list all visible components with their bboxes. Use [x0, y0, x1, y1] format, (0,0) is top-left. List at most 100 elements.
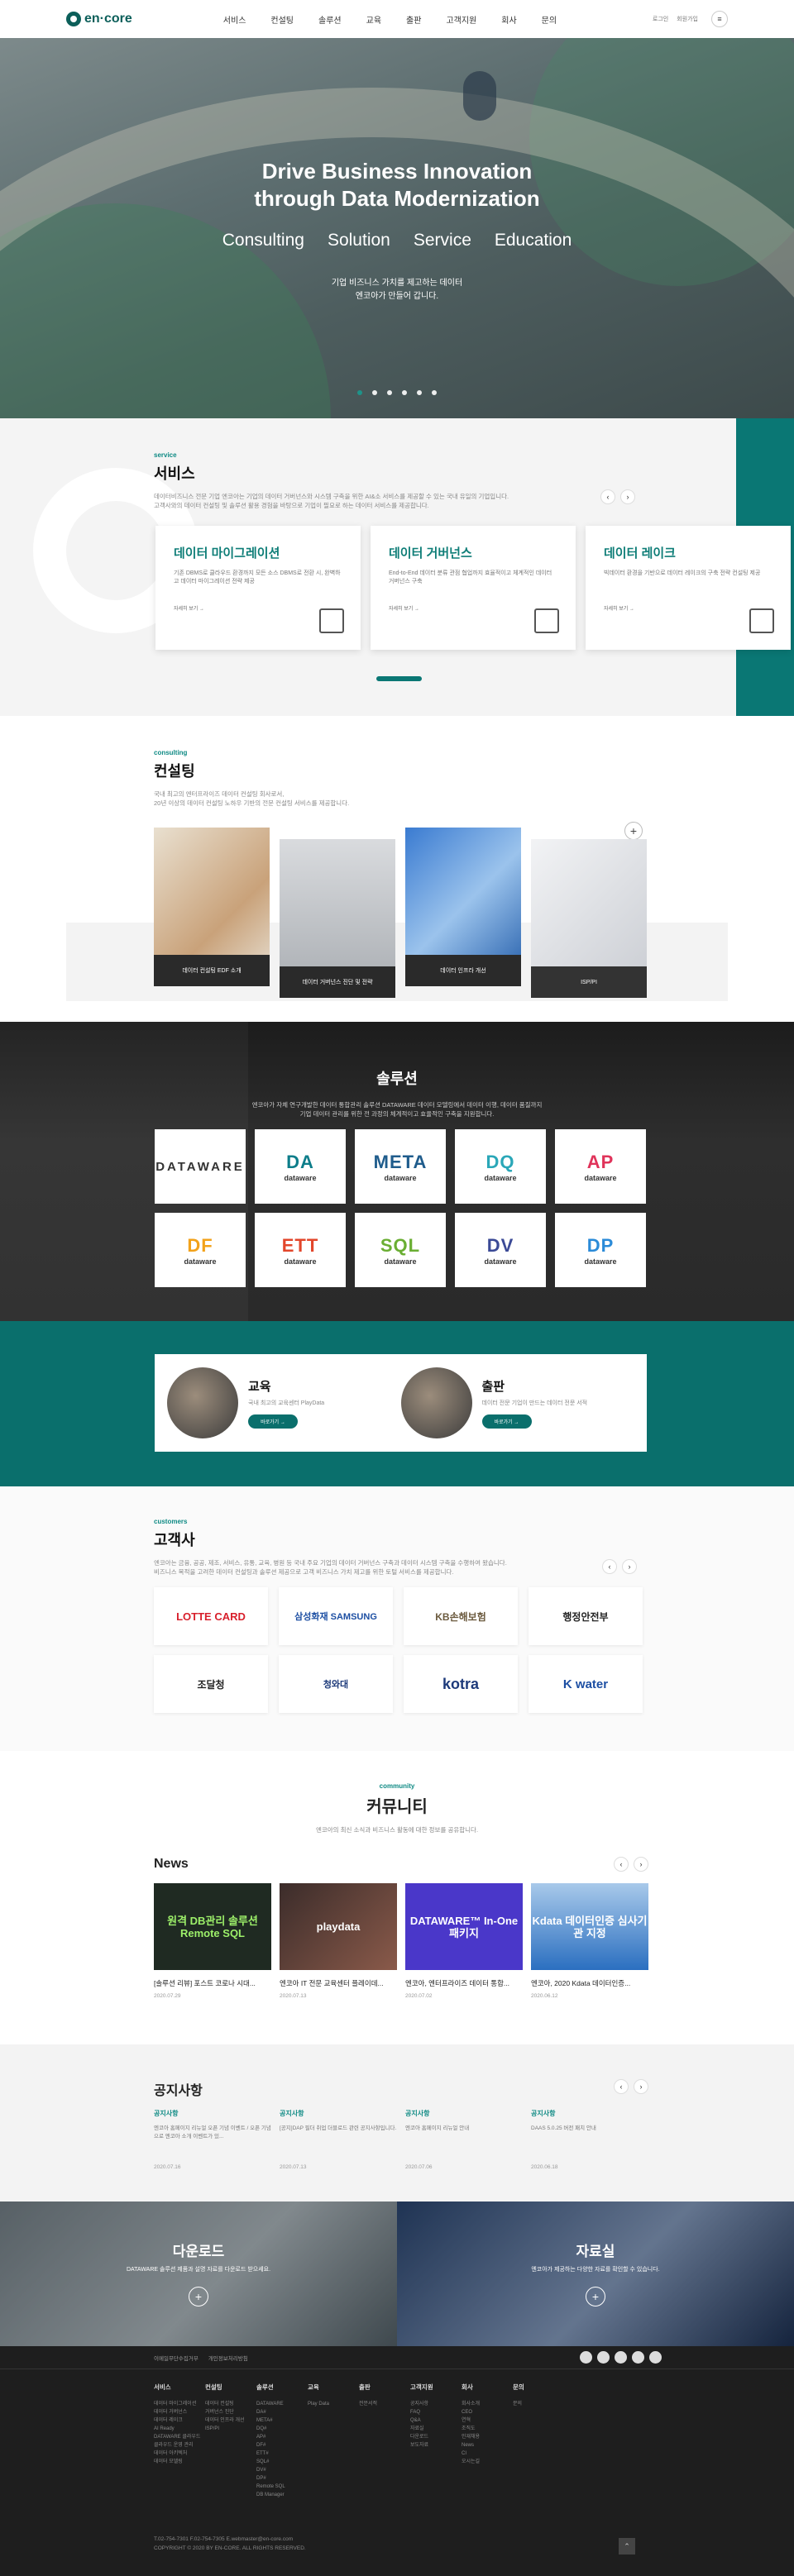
sitemap-link[interactable]: SQL#	[256, 2458, 308, 2466]
sitemap-link[interactable]: 데이터 거버넌스	[154, 2408, 205, 2416]
solution-tile[interactable]: DATAWARE	[155, 1129, 246, 1204]
sitemap-heading[interactable]: 솔루션	[256, 2383, 308, 2392]
sitemap-link[interactable]: Play Data	[308, 2400, 359, 2408]
consulting-card[interactable]: 데이터 컨설팅 EDF 소개	[154, 828, 270, 986]
solution-tile[interactable]: DQ dataware	[455, 1129, 546, 1204]
nav-item[interactable]: 컨설팅	[270, 13, 294, 26]
next-arrow-icon[interactable]: ›	[620, 489, 635, 504]
sitemap-link[interactable]: 데이터 아키텍처	[154, 2450, 205, 2458]
sitemap-link[interactable]: 인재채용	[462, 2433, 513, 2441]
solution-tile[interactable]: SQL dataware	[355, 1213, 446, 1287]
news-card[interactable]: Kdata 데이터인증 심사기관 지정 엔코아, 2020 Kdata 데이터인증…	[531, 1883, 648, 1999]
sitemap-link[interactable]: ETT#	[256, 2450, 308, 2458]
more-link[interactable]: 자세히 보기 →	[389, 604, 419, 612]
sitemap-link[interactable]: AP#	[256, 2433, 308, 2441]
solution-tile[interactable]: META dataware	[355, 1129, 446, 1204]
solution-tile[interactable]: ETT dataware	[255, 1213, 346, 1287]
youtube-icon[interactable]	[580, 2351, 592, 2364]
sitemap-link[interactable]: 데이터 인프라 개선	[205, 2416, 256, 2425]
sitemap-heading[interactable]: 서비스	[154, 2383, 205, 2392]
sitemap-heading[interactable]: 교육	[308, 2383, 359, 2392]
prev-arrow-icon[interactable]: ‹	[600, 489, 615, 504]
education-item[interactable]: 교육 국내 최고의 교육센터 PlayData 바로가기 →	[167, 1367, 401, 1438]
sitemap-heading[interactable]: 출판	[359, 2383, 410, 2392]
consulting-card[interactable]: ISP/PI	[531, 839, 647, 998]
sitemap-link[interactable]: DV#	[256, 2466, 308, 2474]
sitemap-link[interactable]: 클라우드 운영 관리	[154, 2441, 205, 2450]
news-card[interactable]: 원격 DB관리 솔루션 Remote SQL [솔루션 리뷰] 포스트 코로나 시…	[154, 1883, 271, 1999]
pagination-dot[interactable]	[432, 390, 437, 395]
nav-item[interactable]: 출판	[406, 13, 421, 26]
service-card[interactable]: 데이터 레이크 빅데이터 환경을 기반으로 데이터 레이크의 구축 전략 컨설팅 …	[586, 526, 791, 650]
solution-tile[interactable]: DA dataware	[255, 1129, 346, 1204]
plus-icon[interactable]: +	[586, 2287, 605, 2306]
nav-item[interactable]: 회사	[501, 13, 516, 26]
sitemap-link[interactable]: 다운로드	[410, 2433, 462, 2441]
sitemap-link[interactable]: 전문서적	[359, 2400, 410, 2408]
sitemap-heading[interactable]: 컨설팅	[205, 2383, 256, 2392]
publishing-item[interactable]: 출판 데이터 전문 기업이 만드는 데이터 전문 서적 바로가기 →	[400, 1367, 635, 1438]
sitemap-link[interactable]: 데이터 모델링	[154, 2458, 205, 2466]
solution-tile[interactable]: DP dataware	[555, 1213, 646, 1287]
login-link[interactable]: 로그인	[653, 15, 668, 23]
pagination-dot[interactable]	[402, 390, 407, 395]
service-card[interactable]: 데이터 마이그레이션 기존 DBMS로 클라우드 환경까지 모든 소스 DBMS로…	[155, 526, 361, 650]
nav-item[interactable]: 서비스	[223, 13, 246, 26]
prev-arrow-icon[interactable]: ‹	[614, 1857, 629, 1872]
sitemap-link[interactable]: DB Manager	[256, 2491, 308, 2499]
sitemap-link[interactable]: META#	[256, 2416, 308, 2425]
sitemap-link[interactable]: CI	[462, 2450, 513, 2458]
archive-panel[interactable]: 자료실 엔코아가 제공하는 다양한 자료를 확인할 수 있습니다. +	[397, 2202, 794, 2346]
sitemap-link[interactable]: ISP/PI	[205, 2425, 256, 2433]
sitemap-link[interactable]: 보도자료	[410, 2441, 462, 2450]
sitemap-link[interactable]: 데이터 마이그레이션	[154, 2400, 205, 2408]
solution-tile[interactable]: AP dataware	[555, 1129, 646, 1204]
notice-item[interactable]: 공지사항 엔코아 홈페이지 리뉴얼 오픈 기념 이벤트 / 오픈 기념으로 엔코아…	[154, 2109, 271, 2170]
sitemap-link[interactable]: 거버넌스 진단	[205, 2408, 256, 2416]
notice-item[interactable]: 공지사항 엔코아 홈페이지 리뉴얼 안내 2020.07.06	[405, 2109, 523, 2170]
more-link[interactable]: 자세히 보기 →	[604, 604, 634, 612]
download-panel[interactable]: 다운로드 DATAWARE 솔루션 제품과 설명 자료를 다운로드 받으세요. +	[0, 2202, 397, 2346]
sitemap-link[interactable]: 문의	[513, 2400, 564, 2408]
footer-link[interactable]: 이메일무단수집거부	[154, 2354, 198, 2362]
more-link[interactable]: 자세히 보기 →	[174, 604, 204, 612]
scroll-top-button[interactable]: ⌃	[619, 2538, 635, 2555]
sitemap-link[interactable]: 조직도	[462, 2425, 513, 2433]
next-arrow-icon[interactable]: ›	[634, 2079, 648, 2094]
solution-tile[interactable]: DV dataware	[455, 1213, 546, 1287]
notice-item[interactable]: 공지사항 DAAS 5.0.25 버전 패치 안내 2020.06.18	[531, 2109, 648, 2170]
news-card[interactable]: DATAWARE™ In-One 패키지 엔코아, 엔터프라이즈 데이터 통합..…	[405, 1883, 523, 1999]
go-button[interactable]: 바로가기 →	[248, 1414, 298, 1429]
plus-icon[interactable]: +	[189, 2287, 208, 2306]
pagination-dot[interactable]	[357, 390, 362, 395]
pagination-dot[interactable]	[417, 390, 422, 395]
sitemap-link[interactable]: 자료실	[410, 2425, 462, 2433]
sitemap-link[interactable]: 연혁	[462, 2416, 513, 2425]
pagination-dot[interactable]	[372, 390, 377, 395]
go-button[interactable]: 바로가기 →	[481, 1414, 532, 1429]
sitemap-link[interactable]: News	[462, 2441, 513, 2450]
sitemap-link[interactable]: Remote SQL	[256, 2483, 308, 2491]
join-link[interactable]: 회원가입	[677, 15, 698, 23]
sitemap-link[interactable]: 데이터 컨설팅	[205, 2400, 256, 2408]
sitemap-heading[interactable]: 문의	[513, 2383, 564, 2392]
notice-item[interactable]: 공지사항 [공지]DAP 필더 취업 더블로드 관련 공지사항입니다. 2020.0…	[280, 2109, 397, 2170]
service-card[interactable]: 데이터 거버넌스 End-to-End 데이터 분류 관점 협업까지 효율적이고 …	[371, 526, 576, 650]
instagram-icon[interactable]	[632, 2351, 644, 2364]
sitemap-link[interactable]: DATAWARE 클라우드	[154, 2433, 205, 2441]
sitemap-link[interactable]: DA#	[256, 2408, 308, 2416]
nav-item[interactable]: 문의	[542, 13, 557, 26]
sitemap-link[interactable]: 데이터 레이크	[154, 2416, 205, 2425]
slider-progress[interactable]	[376, 676, 422, 681]
nav-item[interactable]: 교육	[366, 13, 381, 26]
news-card[interactable]: playdata 엔코아 IT 전문 교육센터 플레이데... 2020.07.13	[280, 1883, 397, 1999]
sitemap-link[interactable]: 오시는길	[462, 2458, 513, 2466]
facebook-icon[interactable]	[597, 2351, 610, 2364]
sitemap-link[interactable]: DF#	[256, 2441, 308, 2450]
sitemap-heading[interactable]: 고객지원	[410, 2383, 462, 2392]
sitemap-link[interactable]: Q&A	[410, 2416, 462, 2425]
linkedin-icon[interactable]	[649, 2351, 662, 2364]
prev-arrow-icon[interactable]: ‹	[602, 1559, 617, 1574]
sitemap-link[interactable]: 공지사항	[410, 2400, 462, 2408]
pagination-dot[interactable]	[387, 390, 392, 395]
